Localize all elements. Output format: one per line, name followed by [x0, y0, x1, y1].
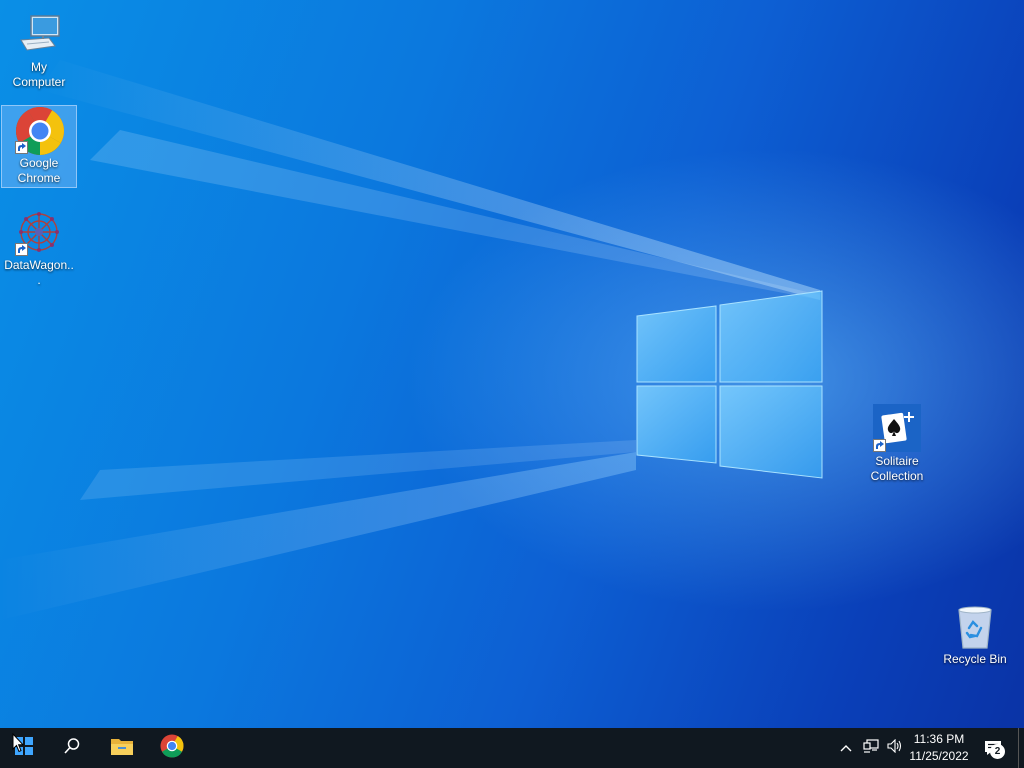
search-icon: [63, 737, 81, 760]
folder-icon: [110, 736, 134, 761]
network-icon: [863, 738, 879, 758]
action-center-icon: 2: [984, 740, 1005, 759]
desktop-icon-label: Google Chrome: [17, 156, 61, 185]
taskbar-file-explorer[interactable]: [98, 728, 146, 768]
chevron-up-icon: [840, 739, 852, 757]
search-button[interactable]: [48, 728, 96, 768]
show-desktop-button[interactable]: [1018, 728, 1024, 768]
shortcut-arrow-icon: [15, 243, 28, 256]
tray-network-button[interactable]: [860, 728, 882, 768]
taskbar-clock[interactable]: 11:36 PM 11/25/2022: [903, 731, 975, 765]
desktop-icon-google-chrome[interactable]: Google Chrome: [1, 105, 77, 188]
volume-icon: [887, 738, 903, 758]
chrome-icon: [15, 106, 65, 155]
computer-icon: [15, 10, 63, 58]
clock-time: 11:36 PM: [913, 732, 965, 746]
clock-date: 11/25/2022: [909, 749, 969, 763]
tray-overflow-button[interactable]: [836, 728, 856, 768]
shortcut-arrow-icon: [15, 141, 28, 154]
desktop-icon-datawagon[interactable]: DataWagon...: [1, 204, 77, 288]
taskbar-google-chrome[interactable]: [148, 728, 196, 768]
datawagon-icon: [15, 208, 63, 256]
desktop-icon-label: Recycle Bin: [943, 652, 1007, 666]
desktop-icon-label: DataWagon...: [4, 258, 74, 287]
solitaire-icon: [873, 404, 921, 452]
desktop-icon-solitaire[interactable]: Solitaire Collection: [859, 400, 935, 484]
shortcut-arrow-icon: [873, 439, 886, 452]
taskbar: 11:36 PM 11/25/2022 2: [0, 728, 1024, 768]
notification-count-badge: 2: [990, 744, 1005, 759]
desktop-icon-my-computer[interactable]: My Computer: [1, 6, 77, 90]
action-center-button[interactable]: 2: [980, 728, 1006, 768]
start-button[interactable]: [0, 728, 48, 768]
chrome-icon: [160, 733, 184, 763]
desktop-icon-label: My Computer: [12, 60, 66, 89]
recycle-bin-icon: [951, 602, 999, 650]
mouse-cursor-icon: [12, 732, 25, 758]
desktop-icon-label: Solitaire Collection: [870, 454, 924, 483]
desktop-background: My Computer Google Chrome DataWagon... S…: [0, 0, 1024, 728]
windows-wallpaper-logo: [0, 60, 823, 620]
desktop-icon-recycle-bin[interactable]: Recycle Bin: [937, 598, 1013, 667]
